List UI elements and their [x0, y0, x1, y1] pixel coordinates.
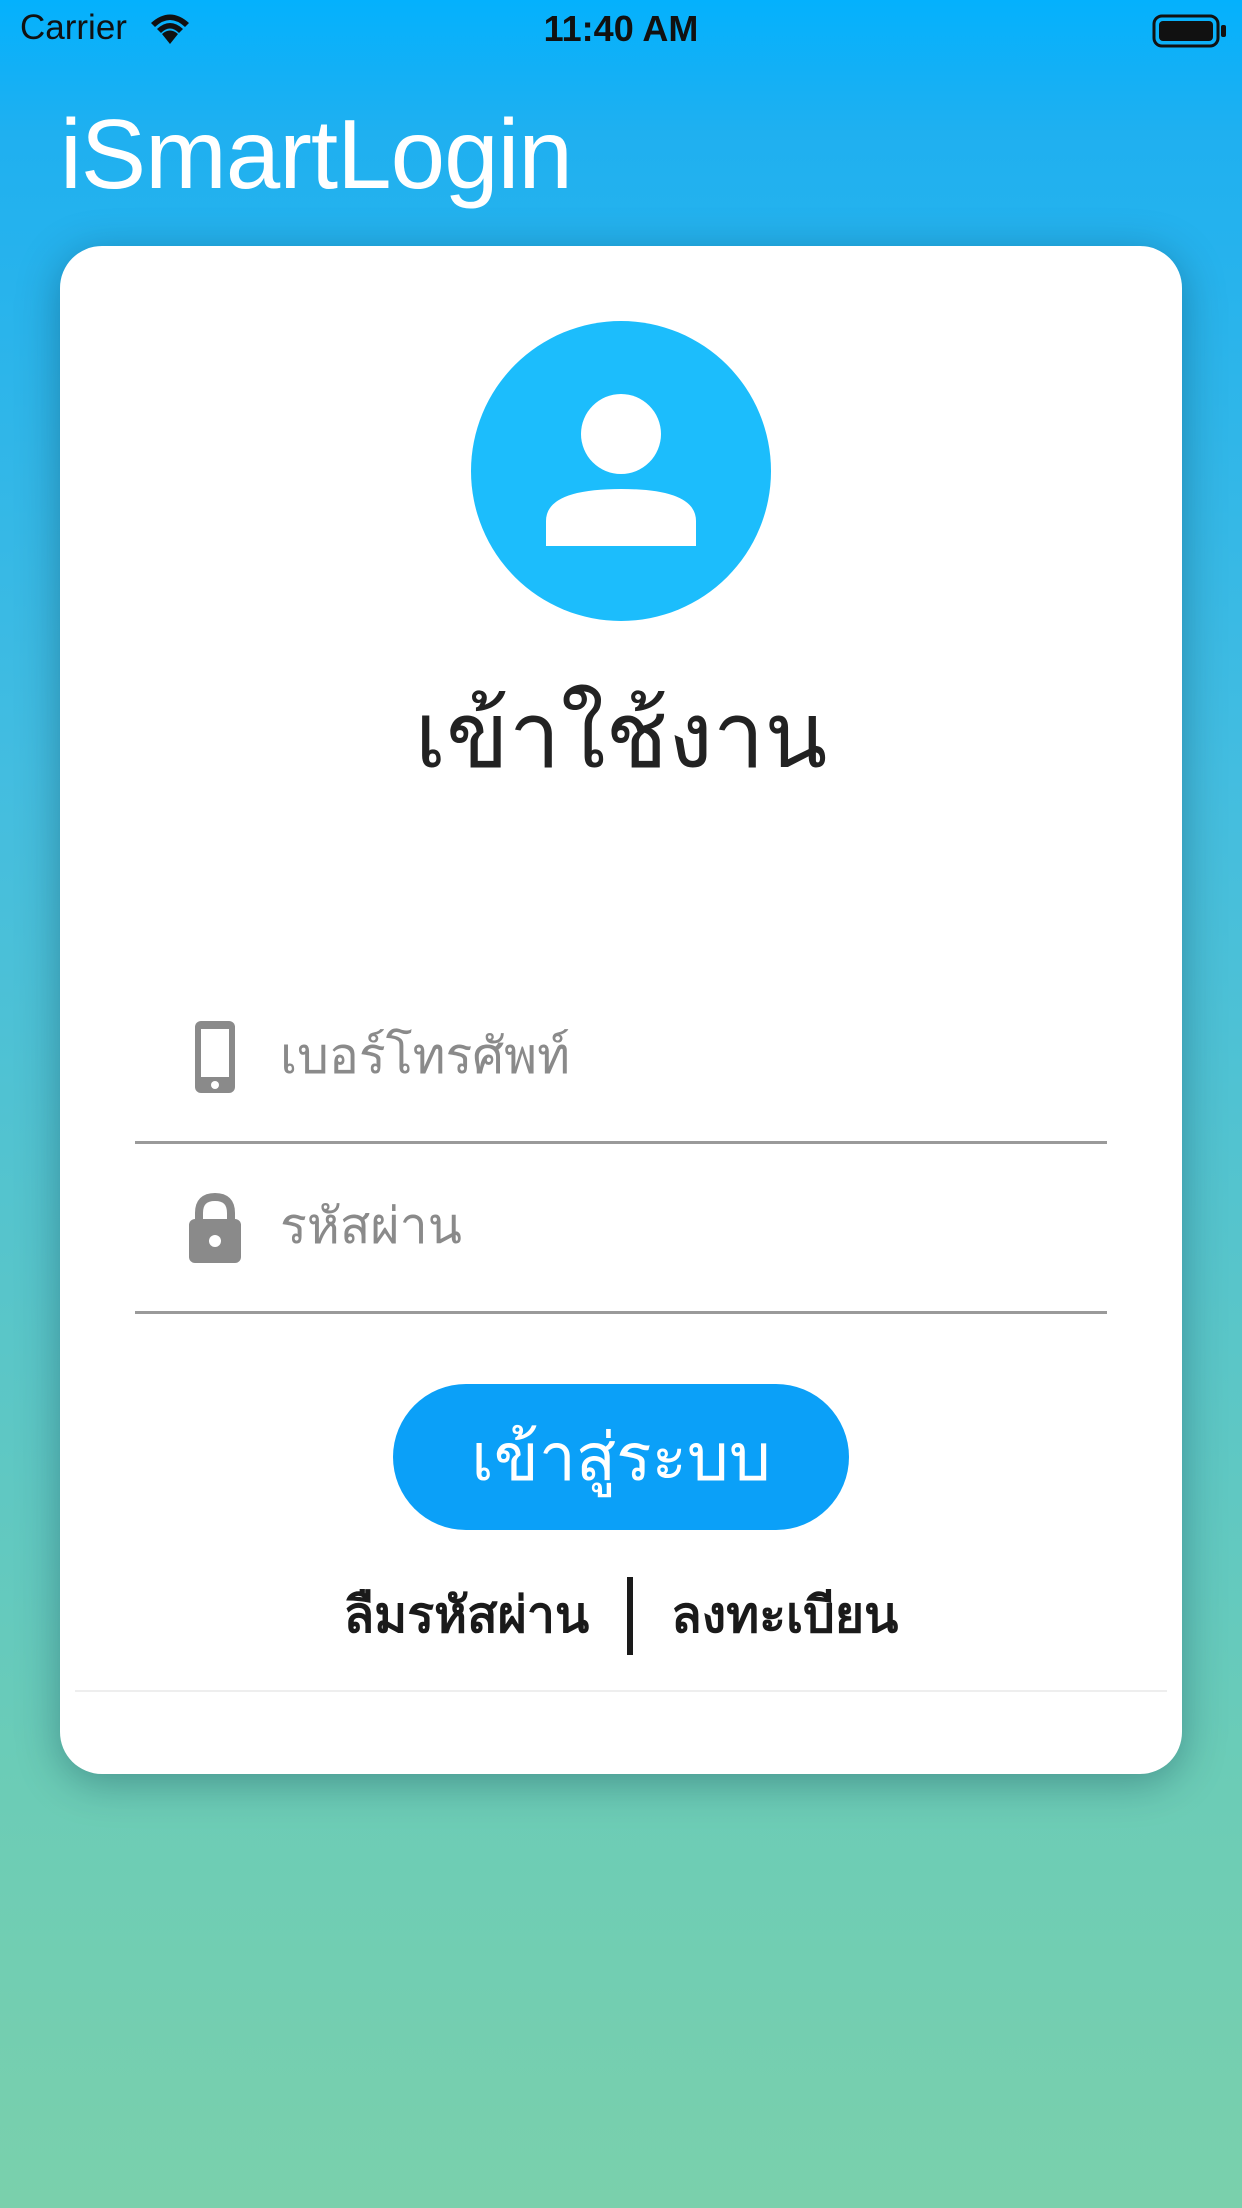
password-field: [135, 1141, 1107, 1314]
card-divider: [75, 1690, 1167, 1692]
page-title: เข้าใช้งาน: [414, 682, 828, 789]
link-divider: [627, 1576, 634, 1655]
login-button[interactable]: เข้าสู่ระบบ: [393, 1384, 849, 1530]
phone-input[interactable]: [280, 1001, 1080, 1111]
app-title: iSmartLogin: [60, 99, 573, 209]
phone-field: [135, 971, 1107, 1144]
avatar: [471, 321, 771, 621]
clock-label: 11:40 AM: [543, 8, 699, 49]
status-bar: Carrier 11:40 AM: [0, 0, 1242, 62]
battery-icon: [1152, 14, 1226, 48]
mobile-phone-icon: [195, 1021, 235, 1093]
lock-icon: [189, 1192, 241, 1263]
register-link[interactable]: ลงทะเบียน: [671, 1576, 898, 1655]
login-card: เข้าใช้งาน เข้าสู่ระบบ ลืมรหัสผ่าน ลงทะเบ…: [60, 246, 1182, 1774]
forgot-password-link[interactable]: ลืมรหัสผ่าน: [344, 1576, 589, 1655]
password-input[interactable]: [280, 1171, 1080, 1281]
user-icon: [546, 394, 696, 546]
auth-links: ลืมรหัสผ่าน ลงทะเบียน: [60, 1576, 1182, 1656]
